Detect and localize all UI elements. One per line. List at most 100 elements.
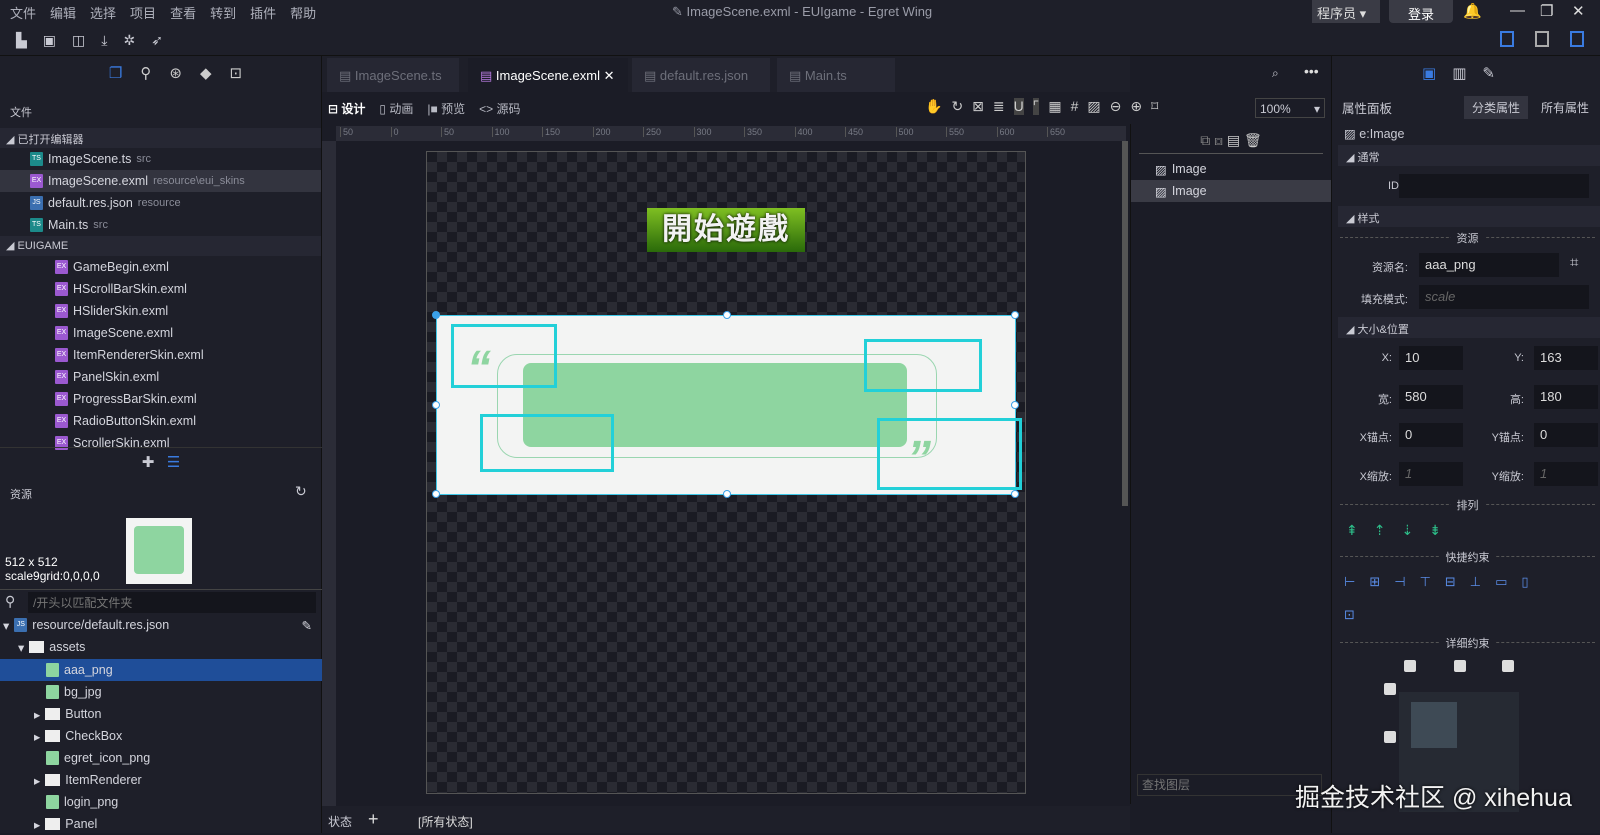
- refresh-icon[interactable]: ↻: [295, 483, 307, 500]
- align-bottom-icon[interactable]: ⊥: [1470, 574, 1481, 590]
- open-editor-item[interactable]: JS default.res.json resource: [0, 192, 321, 214]
- align-center-icon[interactable]: ⊡: [1344, 607, 1355, 623]
- feather-icon[interactable]: ✎: [1482, 64, 1495, 82]
- layers-tool-icon[interactable]: ≣: [993, 98, 1005, 115]
- git-icon[interactable]: ◆: [200, 64, 212, 92]
- mode-animation[interactable]: ▯ 动画: [379, 100, 413, 117]
- mode-design[interactable]: ⊟ 设计: [328, 100, 365, 117]
- canvas-scrollbar[interactable]: [1122, 141, 1128, 506]
- tab-category-props[interactable]: 分类属性: [1464, 96, 1529, 119]
- zoom-in-icon[interactable]: ⊕: [1130, 98, 1142, 115]
- prop-input-sy[interactable]: 1: [1534, 461, 1598, 486]
- bell-icon[interactable]: 🔔: [1463, 2, 1482, 20]
- close-tab-icon[interactable]: ✕: [604, 68, 615, 83]
- debug-panel-icon[interactable]: ⊡: [230, 64, 243, 92]
- find-icon[interactable]: ⌕: [1272, 66, 1279, 81]
- fit-icon[interactable]: ⊠: [972, 98, 984, 115]
- search-icon[interactable]: ⚲: [140, 64, 151, 92]
- hand-icon[interactable]: ✋: [925, 98, 942, 115]
- toggle-left-panel-icon[interactable]: [1500, 31, 1514, 47]
- constraint-checkbox[interactable]: [1384, 731, 1396, 743]
- close-button[interactable]: ✕: [1572, 2, 1585, 20]
- login-button[interactable]: 登录: [1389, 0, 1453, 23]
- resource-item[interactable]: ▸ ItemRenderer: [0, 769, 322, 791]
- resource-item[interactable]: ▸ Button: [0, 703, 322, 725]
- more-icon[interactable]: •••: [1304, 63, 1319, 79]
- project-file-item[interactable]: EX HScrollBarSkin.exml: [0, 278, 321, 300]
- project-file-item[interactable]: EX GameBegin.exml: [0, 256, 321, 278]
- pick-resource-icon[interactable]: ⌗: [1570, 254, 1578, 271]
- send-back-icon[interactable]: ⇟: [1429, 522, 1441, 539]
- mode-preview[interactable]: |■ 预览: [427, 100, 465, 117]
- resize-handle[interactable]: [1011, 490, 1019, 498]
- prop-input-x[interactable]: 10: [1399, 346, 1463, 370]
- selected-image[interactable]: “ ”: [432, 311, 1022, 498]
- publish-icon[interactable]: ⤓: [101, 32, 107, 49]
- grid-icon[interactable]: ▦: [1048, 98, 1061, 115]
- align-left-icon[interactable]: ⊢: [1344, 574, 1355, 590]
- ruler-snap-icon[interactable]: ⌜: [1032, 98, 1040, 115]
- resource-search-input[interactable]: [28, 592, 316, 613]
- open-editor-item[interactable]: TS Main.ts src: [0, 214, 321, 236]
- resize-handle[interactable]: [432, 401, 440, 409]
- tab-all-props[interactable]: 所有属性: [1541, 99, 1589, 116]
- menu-file[interactable]: 文件: [10, 3, 36, 22]
- source-input[interactable]: aaa_png: [1419, 253, 1559, 277]
- debug-icon[interactable]: ✲: [123, 32, 135, 49]
- prop-input-y[interactable]: 163: [1534, 346, 1598, 370]
- ungroup-icon[interactable]: ⧈: [1214, 132, 1223, 148]
- prop-input-h[interactable]: 180: [1534, 384, 1598, 409]
- section-size-position[interactable]: ◢ 大小&位置: [1338, 317, 1600, 338]
- fit-screen-icon[interactable]: ⌑: [1151, 98, 1158, 115]
- align-vcenter-icon[interactable]: ⊟: [1445, 574, 1456, 590]
- resize-handle[interactable]: [723, 490, 731, 498]
- egret-resources-icon[interactable]: ☰: [167, 454, 180, 471]
- tab-default-res-json[interactable]: ▤ default.res.json: [632, 58, 770, 92]
- role-select[interactable]: 程序员 ▾: [1312, 0, 1380, 23]
- all-states-button[interactable]: [所有状态]: [418, 813, 473, 830]
- resource-item[interactable]: ▸ Panel: [0, 813, 322, 835]
- magnet-icon[interactable]: U: [1013, 98, 1024, 115]
- save-icon[interactable]: ▣: [43, 32, 56, 49]
- align-top-icon[interactable]: ⊤: [1420, 574, 1431, 590]
- layer-item[interactable]: ▨ Image: [1131, 158, 1331, 180]
- prop-input-w[interactable]: 580: [1399, 384, 1463, 409]
- minimize-button[interactable]: —: [1510, 2, 1525, 19]
- align-right-icon[interactable]: ⊣: [1394, 574, 1405, 590]
- menu-select[interactable]: 选择: [90, 3, 116, 22]
- resource-item[interactable]: aaa_png: [0, 659, 322, 681]
- menu-goto[interactable]: 转到: [210, 3, 236, 22]
- resize-handle[interactable]: [1011, 401, 1019, 409]
- tab-imagescene-exml[interactable]: ▤ ImageScene.exml ✕: [468, 58, 628, 92]
- constraint-checkbox[interactable]: [1454, 660, 1466, 672]
- resource-item[interactable]: ▸ CheckBox: [0, 725, 322, 747]
- open-editor-item[interactable]: EX ImageScene.exml resource\eui_skins: [0, 170, 321, 192]
- resize-handle[interactable]: [432, 490, 440, 498]
- fill-mode-input[interactable]: scale: [1419, 285, 1589, 309]
- project-file-item[interactable]: EX RadioButtonSkin.exml: [0, 410, 321, 432]
- plugin-icon[interactable]: ✚: [142, 454, 155, 471]
- menu-project[interactable]: 项目: [130, 3, 156, 22]
- fill-height-icon[interactable]: ▯: [1521, 574, 1528, 590]
- exml-book-icon[interactable]: ▥: [1452, 64, 1466, 82]
- toggle-bottom-panel-icon[interactable]: [1535, 31, 1549, 47]
- open-editor-item[interactable]: TS ImageScene.ts src: [0, 148, 321, 170]
- res-root[interactable]: ▾ JS resource/default.res.json ✎: [0, 614, 322, 636]
- ts-export-icon[interactable]: ▤: [1227, 132, 1240, 148]
- group-icon[interactable]: ⧉: [1200, 132, 1210, 148]
- extensions-icon[interactable]: ⊛: [169, 64, 182, 92]
- refresh-icon[interactable]: ↻: [951, 98, 963, 115]
- project-file-item[interactable]: EX PanelSkin.exml: [0, 366, 321, 388]
- resize-handle[interactable]: [723, 311, 731, 319]
- res-folder[interactable]: ▾ assets: [0, 636, 322, 658]
- edit-icon[interactable]: ✎: [302, 618, 312, 633]
- menu-view[interactable]: 查看: [170, 3, 196, 22]
- id-input[interactable]: [1399, 174, 1589, 198]
- project-file-item[interactable]: EX ImageScene.exml: [0, 322, 321, 344]
- resize-handle[interactable]: [432, 311, 440, 319]
- project-file-item[interactable]: EX HSliderSkin.exml: [0, 300, 321, 322]
- trash-icon[interactable]: 🗑: [1244, 132, 1262, 148]
- constraint-checkbox[interactable]: [1404, 660, 1416, 672]
- resource-item[interactable]: egret_icon_png: [0, 747, 322, 769]
- layer-item[interactable]: ▨ Image: [1131, 180, 1331, 202]
